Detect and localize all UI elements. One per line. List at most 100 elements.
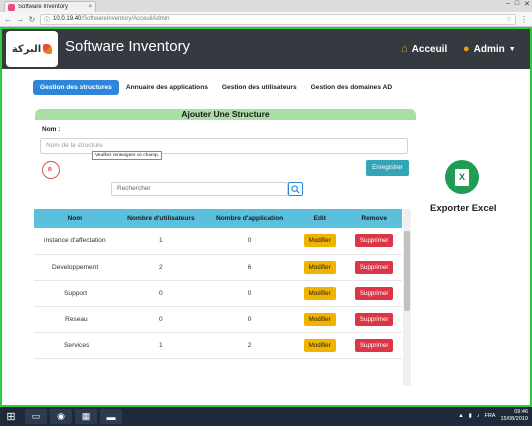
cell-edit: Modifier [292,228,347,255]
cell-nom: Reseau [34,306,116,333]
logo-text: البركة [11,43,42,55]
folder-icon[interactable]: ▬ [100,409,122,424]
search-input[interactable]: Rechercher [111,182,288,196]
file-explorer-icon[interactable]: ▭ [25,409,47,424]
save-button[interactable]: Enregistrer [366,160,409,176]
window-controls: – □ ✕ [506,0,530,8]
cell-apps: 0 [206,306,293,333]
main-tabs: Gestion des structures Annuaire des appl… [33,80,399,95]
tray-arrow-icon[interactable]: ▲ [458,413,463,419]
delete-button[interactable]: Supprimer [354,286,394,300]
modify-button[interactable]: Modifier [303,234,336,248]
excel-file-icon: X [455,168,469,186]
clock[interactable]: 09:46 15/08/2019 [500,409,528,423]
table-row: Services 1 2 Modifier Supprimer [34,332,402,359]
cell-users: 0 [115,306,207,333]
delete-button[interactable]: Supprimer [354,312,394,326]
forward-icon[interactable]: → [16,15,24,24]
search-button[interactable] [288,182,303,196]
table-row: Reseau 0 0 Modifier Supprimer [34,306,402,333]
home-icon: ⌂ [401,43,408,55]
add-structure-title: Ajouter Une Structure [35,109,416,120]
cell-remove: Supprimer [346,332,402,359]
collapse-button[interactable]: « [42,161,60,179]
col-nom[interactable]: Nom [34,209,116,228]
bookmark-star-icon[interactable]: ☆ [506,15,512,23]
table-row: Developpement 2 6 Modifier Supprimer [34,254,402,281]
table-scrollbar[interactable] [403,209,411,386]
tab-gestion-domaines-ad[interactable]: Gestion des domaines AD [304,80,399,95]
tab-gestion-utilisateurs[interactable]: Gestion des utilisateurs [215,80,304,95]
scrollbar-thumb[interactable] [404,231,410,311]
browser-tab[interactable]: Software Inventory × [4,1,96,12]
page-viewport: البركة Software Inventory ⌂ Acceuil ● Ad… [0,27,532,407]
modify-button[interactable]: Modifier [303,260,336,274]
home-link[interactable]: ⌂ Acceuil [401,43,447,55]
minimize-icon[interactable]: – [506,0,510,8]
user-menu[interactable]: ● Admin ▼ [463,43,516,55]
cell-users: 1 [115,228,207,255]
language-indicator[interactable]: FRA [484,413,495,419]
clock-time: 09:46 [514,409,528,415]
export-excel-label[interactable]: Exporter Excel [430,203,497,214]
browser-tab-title: Software Inventory [18,4,69,10]
windows-start-icon[interactable]: ⊞ [0,407,22,426]
modify-button[interactable]: Modifier [303,338,336,352]
cell-nom: Support [34,280,116,307]
chrome-icon[interactable]: ◉ [50,409,72,424]
cell-nom: Services [34,332,116,359]
modify-button[interactable]: Modifier [303,312,336,326]
delete-button[interactable]: Supprimer [354,234,394,248]
volume-icon[interactable]: ♪ [477,413,480,419]
maximize-icon[interactable]: □ [515,0,519,8]
excel-export-icon[interactable]: X [445,160,479,194]
app-title: Software Inventory [65,38,191,55]
col-nb-applications: Nombre d'application [206,209,293,228]
info-icon[interactable]: ⓘ [44,15,50,24]
cell-nom: instance d'affectation [34,228,116,255]
cell-edit: Modifier [292,332,347,359]
cell-edit: Modifier [292,280,347,307]
back-icon[interactable]: ← [4,15,12,24]
cell-apps: 6 [206,254,293,281]
tab-close-icon[interactable]: × [88,4,92,10]
cell-apps: 0 [206,280,293,307]
cell-remove: Supprimer [346,306,402,333]
url-host: 10.0.19.40 [53,16,82,22]
cell-nom: Developpement [34,254,116,281]
col-edit: Edit [292,209,347,228]
tab-gestion-structures[interactable]: Gestion des structures [33,80,119,95]
window-close-icon[interactable]: ✕ [524,0,530,8]
structures-table: Nom Nombre d'utilisateurs Nombre d'appli… [34,209,402,359]
app-taskbar-icon[interactable]: ▦ [75,409,97,424]
modify-button[interactable]: Modifier [303,286,336,300]
delete-button[interactable]: Supprimer [354,260,394,274]
user-label: Admin [473,43,505,55]
browser-tabbar: Software Inventory × – □ ✕ [0,0,532,12]
home-label: Acceuil [411,43,448,55]
cell-edit: Modifier [292,254,347,281]
table-row: instance d'affectation 1 0 Modifier Supp… [34,228,402,255]
cell-remove: Supprimer [346,280,402,307]
cell-users: 2 [115,254,207,281]
logo[interactable]: البركة [6,31,58,67]
cell-remove: Supprimer [346,254,402,281]
clock-date: 15/08/2019 [500,416,528,422]
reload-icon[interactable]: ↻ [28,15,36,24]
col-nb-utilisateurs: Nombre d'utilisateurs [115,209,207,228]
menu-icon[interactable]: ⋮ [520,15,528,24]
address-bar[interactable]: ⓘ 10.0.19.40/SoftwareInventory/AcceuilAd… [40,13,516,25]
cell-users: 0 [115,280,207,307]
cell-remove: Supprimer [346,228,402,255]
os-taskbar: ⊞ ▭ ◉ ▦ ▬ ▲ ▮ ♪ FRA 09:46 15/08/2019 [0,407,532,426]
user-icon: ● [463,43,470,55]
structures-table-container: Nom Nombre d'utilisateurs Nombre d'appli… [34,209,411,386]
system-tray: ▲ ▮ ♪ FRA 09:46 15/08/2019 [458,409,528,423]
logo-mark-icon [43,44,53,54]
network-icon[interactable]: ▮ [469,413,472,419]
table-header-row: Nom Nombre d'utilisateurs Nombre d'appli… [34,209,402,228]
delete-button[interactable]: Supprimer [354,338,394,352]
tab-annuaire-applications[interactable]: Annuaire des applications [119,80,215,95]
url-path: /SoftwareInventory/AcceuilAdmin [81,16,170,22]
table-row: Support 0 0 Modifier Supprimer [34,280,402,307]
